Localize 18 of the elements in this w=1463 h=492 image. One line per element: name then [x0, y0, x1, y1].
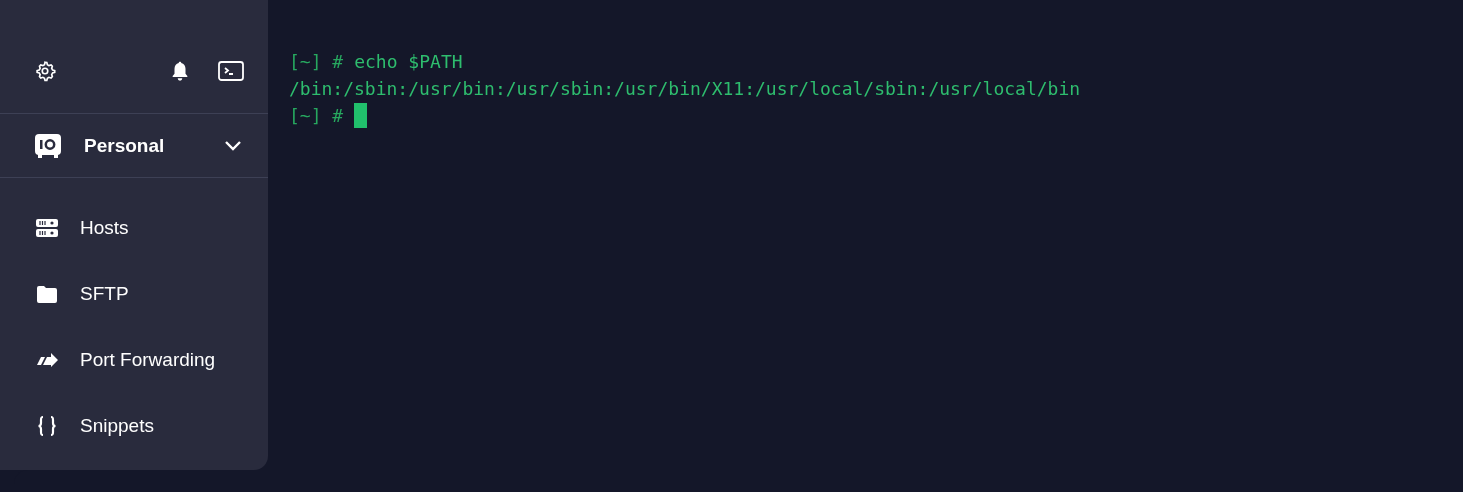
- nav-item[interactable]: Hosts: [0, 195, 268, 261]
- settings-button[interactable]: [34, 59, 56, 82]
- shell-prompt: [~] #: [289, 104, 344, 128]
- nav-item[interactable]: Port Forwarding: [0, 327, 268, 393]
- nav-item[interactable]: SFTP: [0, 261, 268, 327]
- braces-icon: [36, 415, 58, 437]
- folder-icon: [37, 285, 57, 303]
- terminal-button[interactable]: [218, 59, 244, 82]
- settings-icon: [34, 59, 56, 82]
- terminal-line: echo $PATH: [354, 50, 463, 74]
- terminal-icon: [218, 59, 244, 82]
- nav-item[interactable]: Snippets: [0, 393, 268, 459]
- vault-selector[interactable]: Personal: [0, 114, 268, 178]
- terminal-line: /bin:/sbin:/usr/bin:/usr/sbin:/usr/bin/X11:/usr/local/sbin:/usr/local/bin: [289, 77, 1081, 101]
- vault-icon: [34, 132, 62, 159]
- forward-arrow-icon: [36, 352, 58, 368]
- shell-prompt: [~] #: [289, 50, 344, 74]
- server-icon: [36, 218, 58, 238]
